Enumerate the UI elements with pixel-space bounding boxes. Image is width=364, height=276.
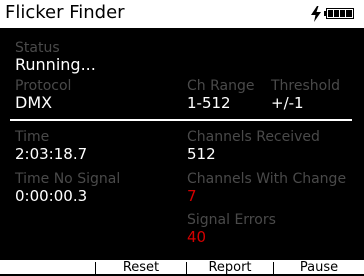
channels-with-change-label: Channels With Change — [187, 171, 347, 187]
ch-range-label: Ch Range — [187, 78, 255, 94]
report-button[interactable]: Report — [187, 260, 273, 275]
softkey-bar: Reset Report Pause — [0, 260, 364, 275]
channels-received-label: Channels Received — [187, 129, 320, 145]
protocol-value: DMX — [15, 93, 53, 112]
title-bar: Flicker Finder — [0, 0, 364, 28]
ch-range-value: 1-512 — [187, 94, 231, 112]
time-label: Time — [15, 129, 50, 145]
protocol-label: Protocol — [15, 78, 72, 94]
channels-received-value: 512 — [187, 145, 216, 163]
battery-full-icon — [324, 8, 354, 19]
status-icons — [310, 6, 356, 22]
section-divider — [10, 119, 352, 121]
status-value: Running... — [15, 55, 96, 74]
status-label: Status — [15, 40, 60, 56]
reset-button[interactable]: Reset — [96, 260, 186, 275]
threshold-value: +/-1 — [271, 94, 304, 112]
signal-errors-label: Signal Errors — [187, 212, 276, 228]
signal-errors-value: 40 — [187, 228, 207, 246]
pause-button[interactable]: Pause — [274, 260, 364, 275]
time-no-signal-value: 0:00:00.3 — [15, 187, 88, 205]
channels-with-change-value: 7 — [187, 187, 197, 205]
time-no-signal-label: Time No Signal — [15, 171, 121, 187]
lightning-bolt-icon — [311, 6, 321, 22]
threshold-label: Threshold — [271, 78, 340, 94]
app-title: Flicker Finder — [5, 2, 125, 23]
time-value: 2:03:18.7 — [15, 145, 88, 163]
